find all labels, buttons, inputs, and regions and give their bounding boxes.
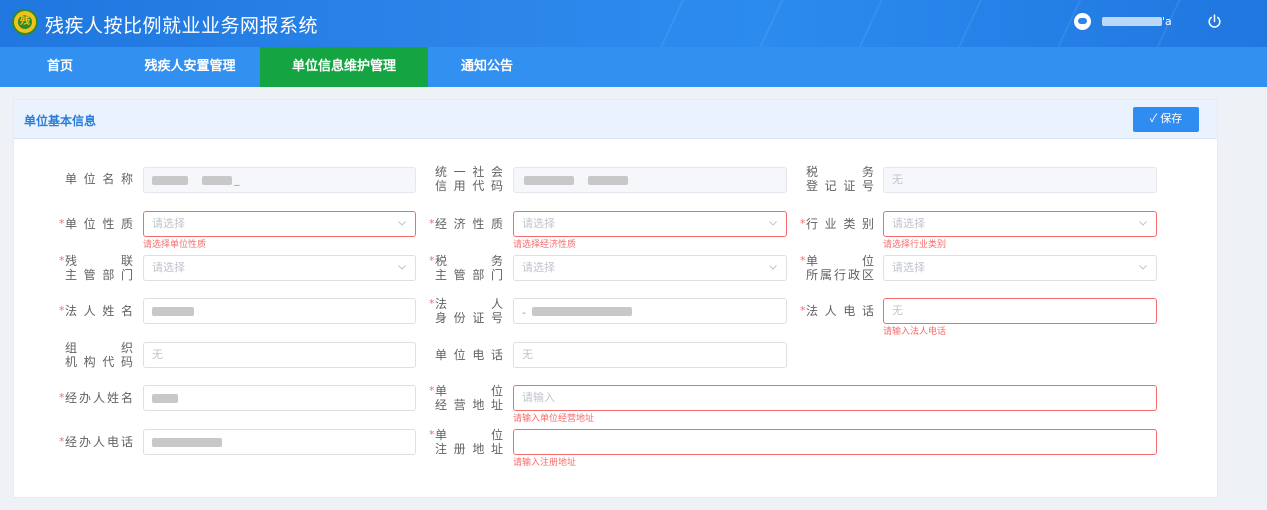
biz-addr-label: * 单位 经营地址 [429,384,503,412]
legal-name-field[interactable] [143,298,416,324]
tax-dept-label: * 税务 主管部门 [429,254,503,282]
nav-item-home[interactable]: 首页 [0,47,120,87]
credit-code-value [524,176,574,185]
admin-region-label: * 单位 所属行政区 [800,254,874,282]
user-name-suffix[interactable]: 'a [1162,15,1172,28]
econ-nature-label: * 经济性质 [429,217,503,231]
reg-addr-label: * 单位 注册地址 [429,428,503,456]
industry-label: * 行业类别 [800,217,874,231]
handler-name-field[interactable] [143,385,416,411]
unit-phone-label: 单位电话 [435,348,503,362]
tax-reg-label: 税务 登记证号 [806,165,874,193]
disab-dept-select[interactable]: 请选择 [143,255,416,281]
unit-nature-select[interactable]: 请选择 [143,211,416,237]
legal-name-value [152,307,194,316]
legal-id-field[interactable]: - [513,298,787,324]
legal-name-label: * 法人姓名 [59,304,133,318]
nav-item-placement[interactable]: 残疾人安置管理 [120,47,260,87]
unit-phone-field[interactable]: 无 [513,342,787,368]
handler-phone-label: * 经办人电话 [59,435,133,449]
main-nav: 首页 残疾人安置管理 单位信息维护管理 通知公告 [0,47,1267,87]
save-button[interactable]: ✓ 保存 [1133,107,1199,132]
org-code-field[interactable]: 无 [143,342,416,368]
industry-error: 请选择行业类别 [883,240,947,250]
handler-phone-field[interactable] [143,429,416,455]
legal-phone-field[interactable]: 无 [883,298,1157,324]
chevron-down-icon [1139,265,1147,270]
tax-dept-select[interactable]: 请选择 [513,255,787,281]
nav-item-notices[interactable]: 通知公告 [428,47,546,87]
unit-nature-label: * 单位性质 [59,217,133,231]
econ-nature-select[interactable]: 请选择 [513,211,787,237]
credit-code-label: 统一社会 信用代码 [435,165,503,193]
app-title: 残疾人按比例就业业务网报系统 [45,15,319,37]
power-icon[interactable] [1206,13,1223,30]
user-avatar-icon[interactable] [1074,13,1091,30]
handler-name-label: * 经办人姓名 [59,391,133,405]
user-name[interactable] [1102,17,1162,26]
unit-name-label: 单位名称 [65,172,133,186]
chevron-down-icon [769,221,777,226]
unit-nature-error: 请选择单位性质 [143,240,207,250]
app-header: 残 残疾人按比例就业业务网报系统 'a [0,0,1267,47]
credit-code-field[interactable] [513,167,787,193]
industry-select[interactable]: 请选择 [883,211,1157,237]
chevron-down-icon [398,221,406,226]
reg-addr-error: 请输入注册地址 [513,458,577,468]
chevron-down-icon [769,265,777,270]
app-logo-icon: 残 [12,9,38,35]
biz-addr-error: 请输入单位经营地址 [513,414,595,424]
econ-nature-error: 请选择经济性质 [513,240,577,250]
disab-dept-label: * 残联 主管部门 [59,254,133,282]
legal-phone-label: * 法人电话 [800,304,874,318]
chevron-down-icon [1139,221,1147,226]
unit-name-field[interactable]: _ [143,167,416,193]
unit-name-value [152,176,188,185]
legal-id-label: * 法人 身份证号 [429,297,503,325]
panel-header: 单位基本信息 ✓ 保存 [14,100,1217,139]
panel-title: 单位基本信息 [24,114,97,128]
legal-id-value [532,307,632,316]
legal-phone-error: 请输入法人电话 [883,327,947,337]
admin-region-select[interactable]: 请选择 [883,255,1157,281]
nav-item-unit-info[interactable]: 单位信息维护管理 [260,47,428,87]
reg-addr-field[interactable] [513,429,1157,455]
chevron-down-icon [398,265,406,270]
handler-phone-value [152,438,222,447]
biz-addr-field[interactable]: 请输入 [513,385,1157,411]
org-code-label: 组织 机构代码 [65,341,133,369]
tax-reg-field[interactable]: 无 [883,167,1157,193]
handler-name-value [152,394,178,403]
